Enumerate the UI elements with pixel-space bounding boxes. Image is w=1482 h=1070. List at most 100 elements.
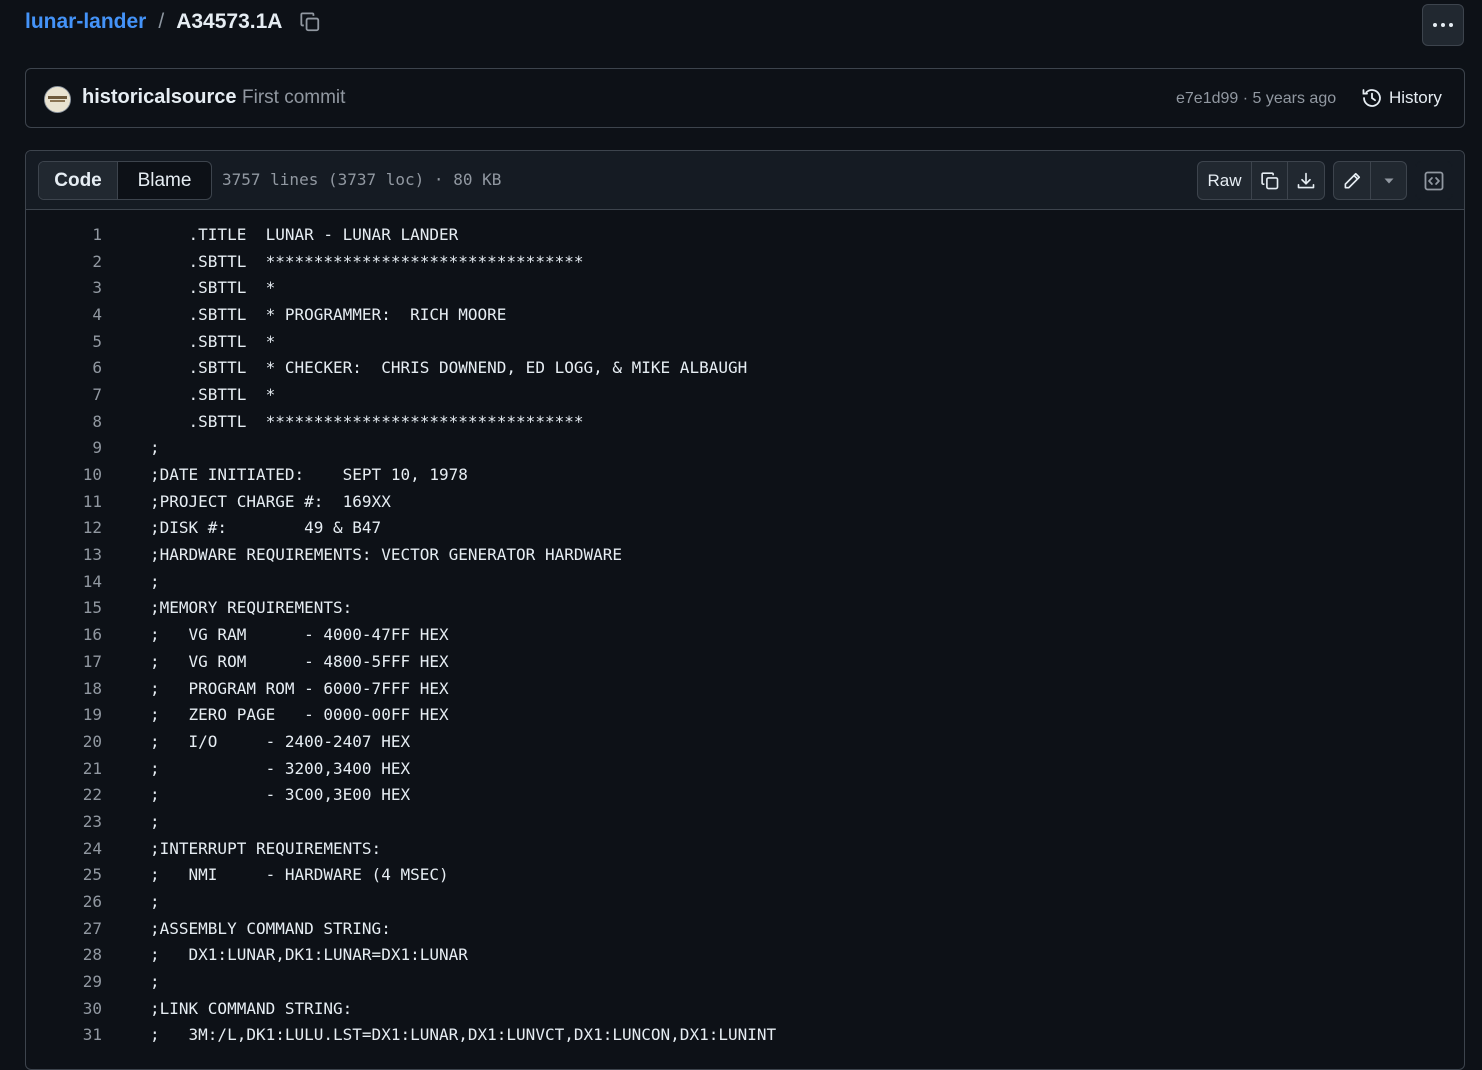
line-content: ;INTERRUPT REQUIREMENTS: [150, 838, 382, 858]
code-line: 17 ; VG ROM - 4800-5FFF HEX [26, 648, 1464, 675]
line-content: .SBTTL ********************************* [150, 411, 584, 431]
line-number[interactable]: 27 [26, 919, 102, 938]
line-number[interactable]: 28 [26, 945, 102, 964]
line-content: ; VG RAM - 4000-47FF HEX [150, 625, 449, 645]
code-line: 9 ; [26, 435, 1464, 462]
code-line: 22 ; - 3C00,3E00 HEX [26, 781, 1464, 808]
tab-blame[interactable]: Blame [118, 162, 211, 199]
code-line: 29 ; [26, 968, 1464, 995]
line-number[interactable]: 25 [26, 865, 102, 884]
line-number[interactable]: 30 [26, 999, 102, 1018]
code-line: 8 .SBTTL *******************************… [26, 408, 1464, 435]
more-options-button[interactable] [1422, 4, 1464, 46]
line-number[interactable]: 24 [26, 839, 102, 858]
top-bar: lunar-lander / A34573.1A [0, 0, 1482, 52]
line-number[interactable]: 18 [26, 679, 102, 698]
line-content: .SBTTL * CHECKER: CHRIS DOWNEND, ED LOGG… [150, 358, 748, 378]
line-content: ; 3M:/L,DK1:LULU.LST=DX1:LUNAR,DX1:LUNVC… [150, 1025, 777, 1045]
line-number[interactable]: 3 [26, 278, 102, 297]
code-line: 21 ; - 3200,3400 HEX [26, 755, 1464, 782]
line-content: ;LINK COMMAND STRING: [150, 998, 353, 1018]
line-content: ;HARDWARE REQUIREMENTS: VECTOR GENERATOR… [150, 545, 623, 565]
download-button[interactable] [1288, 162, 1324, 199]
commit-message-link[interactable]: First commit [242, 87, 345, 109]
breadcrumb-file-name: A34573.1A [176, 10, 283, 33]
line-number[interactable]: 29 [26, 972, 102, 991]
edit-dropdown-button[interactable] [1371, 162, 1406, 199]
code-line: 5 .SBTTL * [26, 328, 1464, 355]
code-line: 30 ;LINK COMMAND STRING: [26, 995, 1464, 1022]
tab-code[interactable]: Code [39, 162, 118, 199]
line-number[interactable]: 16 [26, 625, 102, 644]
line-number[interactable]: 31 [26, 1025, 102, 1044]
line-content: ; [150, 811, 160, 831]
code-line: 3 .SBTTL * [26, 274, 1464, 301]
line-number[interactable]: 7 [26, 385, 102, 404]
code-line: 15 ;MEMORY REQUIREMENTS: [26, 595, 1464, 622]
line-content: .SBTTL ********************************* [150, 251, 584, 271]
line-content: ;DISK #: 49 & B47 [150, 518, 382, 538]
code-line: 7 .SBTTL * [26, 381, 1464, 408]
triangle-down-icon [1383, 177, 1395, 185]
code-line: 31 ; 3M:/L,DK1:LULU.LST=DX1:LUNAR,DX1:LU… [26, 1022, 1464, 1049]
code-line: 19 ; ZERO PAGE - 0000-00FF HEX [26, 701, 1464, 728]
line-number[interactable]: 22 [26, 785, 102, 804]
code-line: 25 ; NMI - HARDWARE (4 MSEC) [26, 862, 1464, 889]
code-line: 2 .SBTTL *******************************… [26, 248, 1464, 275]
copy-icon[interactable] [298, 10, 322, 34]
line-number[interactable]: 26 [26, 892, 102, 911]
line-number[interactable]: 4 [26, 305, 102, 324]
line-number[interactable]: 9 [26, 438, 102, 457]
line-number[interactable]: 2 [26, 252, 102, 271]
line-content: ;MEMORY REQUIREMENTS: [150, 598, 353, 618]
line-content: .TITLE LUNAR - LUNAR LANDER [150, 224, 459, 244]
line-content: ; PROGRAM ROM - 6000-7FFF HEX [150, 678, 449, 698]
breadcrumb: lunar-lander / A34573.1A [25, 10, 322, 34]
edit-file-button[interactable] [1334, 162, 1371, 199]
line-content: ; [150, 571, 160, 591]
raw-button[interactable]: Raw [1198, 162, 1252, 199]
code-line: 26 ; [26, 888, 1464, 915]
line-number[interactable]: 1 [26, 225, 102, 244]
line-number[interactable]: 11 [26, 492, 102, 511]
code-line: 18 ; PROGRAM ROM - 6000-7FFF HEX [26, 675, 1464, 702]
line-content: .SBTTL * [150, 278, 276, 298]
edit-actions-group [1333, 161, 1407, 200]
line-content: ;DATE INITIATED: SEPT 10, 1978 [150, 465, 468, 485]
symbols-panel-toggle[interactable] [1415, 161, 1453, 200]
line-content: .SBTTL * [150, 384, 276, 404]
line-number[interactable]: 10 [26, 465, 102, 484]
line-number[interactable]: 15 [26, 598, 102, 617]
line-content: ;ASSEMBLY COMMAND STRING: [150, 918, 391, 938]
line-number[interactable]: 17 [26, 652, 102, 671]
commit-hash-and-age[interactable]: e7e1d99 · 5 years ago [1176, 90, 1336, 108]
code-line: 13 ;HARDWARE REQUIREMENTS: VECTOR GENERA… [26, 541, 1464, 568]
line-content: ; [150, 438, 160, 458]
line-number[interactable]: 23 [26, 812, 102, 831]
line-content: ; [150, 972, 160, 992]
line-number[interactable]: 5 [26, 332, 102, 351]
copy-raw-button[interactable] [1252, 162, 1288, 199]
view-mode-toggle: Code Blame [38, 161, 212, 200]
line-number[interactable]: 20 [26, 732, 102, 751]
history-button[interactable]: History [1361, 87, 1442, 109]
download-icon [1296, 171, 1316, 191]
code-view: 1 .TITLE LUNAR - LUNAR LANDER 2 .SBTTL *… [26, 211, 1464, 1048]
line-number[interactable]: 13 [26, 545, 102, 564]
code-line: 12 ;DISK #: 49 & B47 [26, 515, 1464, 542]
code-line: 16 ; VG RAM - 4000-47FF HEX [26, 621, 1464, 648]
line-number[interactable]: 21 [26, 759, 102, 778]
kebab-horizontal-icon [1432, 22, 1454, 28]
raw-actions-group: Raw [1197, 161, 1325, 200]
code-square-icon [1416, 162, 1452, 199]
line-number[interactable]: 8 [26, 412, 102, 431]
breadcrumb-repo-link[interactable]: lunar-lander [25, 10, 146, 34]
avatar[interactable] [44, 86, 71, 113]
line-number[interactable]: 12 [26, 518, 102, 537]
line-number[interactable]: 19 [26, 705, 102, 724]
line-content: ; I/O - 2400-2407 HEX [150, 731, 411, 751]
line-number[interactable]: 6 [26, 358, 102, 377]
line-number[interactable]: 14 [26, 572, 102, 591]
code-line: 20 ; I/O - 2400-2407 HEX [26, 728, 1464, 755]
commit-author-link[interactable]: historicalsource [82, 86, 237, 109]
